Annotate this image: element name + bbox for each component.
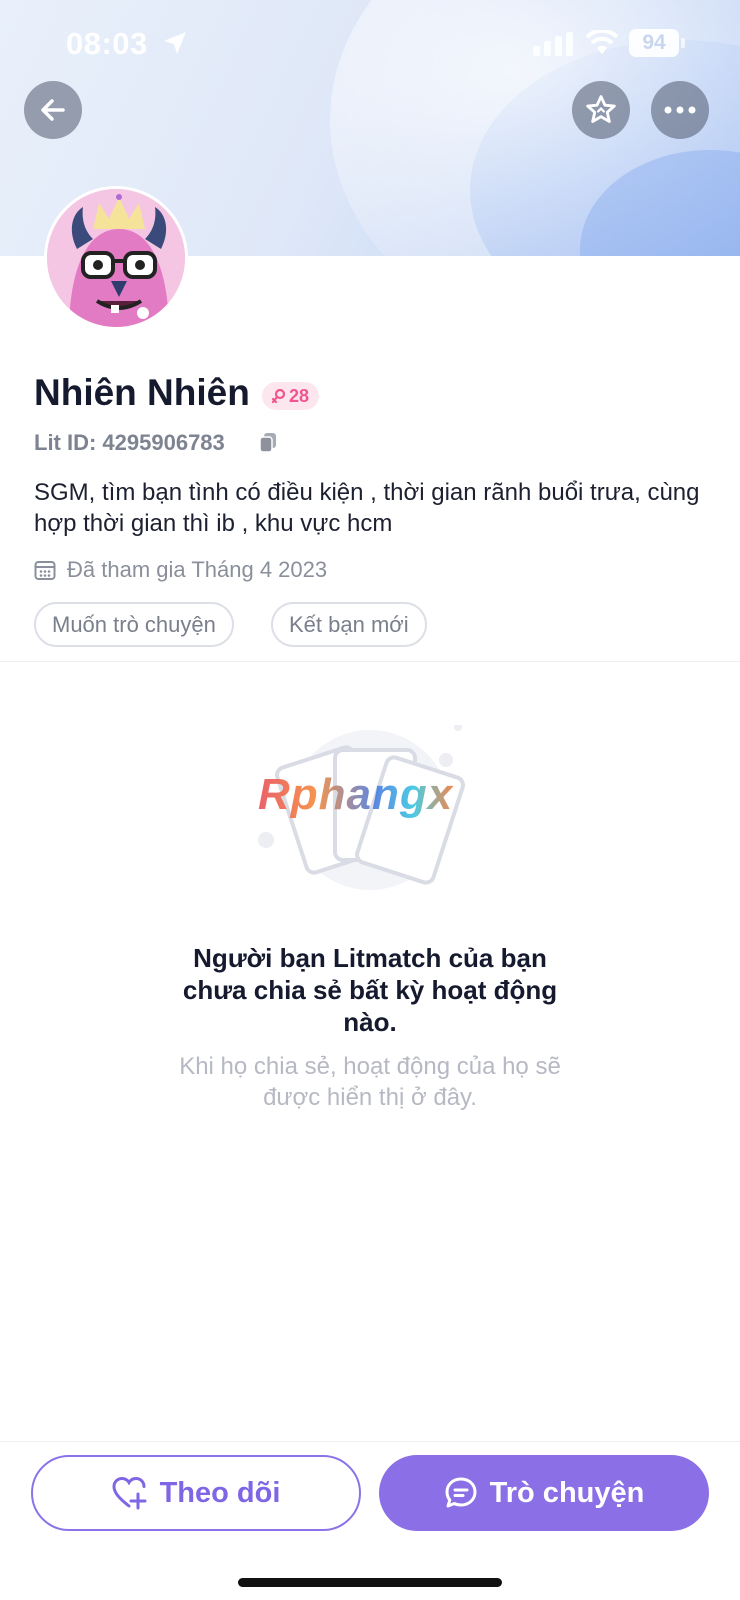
- tag-want-chat: Muốn trò chuyện: [34, 602, 234, 647]
- lit-id: Lit ID: 4295906783: [34, 430, 225, 455]
- copy-icon[interactable]: [258, 432, 278, 454]
- home-indicator: [238, 1578, 502, 1587]
- section-divider: [0, 661, 740, 662]
- back-button[interactable]: [24, 81, 82, 139]
- status-bar: 08:03 94: [0, 0, 740, 88]
- follow-label: Theo dõi: [159, 1476, 281, 1509]
- calendar-icon: [34, 561, 56, 580]
- profile-name: Nhiên Nhiên: [34, 372, 250, 413]
- star-icon: [586, 95, 616, 123]
- monster-avatar-icon: [47, 189, 185, 327]
- battery-indicator: 94: [629, 29, 679, 57]
- empty-state-title: Người bạn Litmatch của bạn chưa chia sẻ …: [182, 943, 558, 1037]
- joined-date: Đã tham gia Tháng 4 2023: [67, 557, 328, 582]
- more-options-button[interactable]: [651, 81, 709, 139]
- wifi-icon: [586, 30, 618, 54]
- signal-icon: [533, 32, 573, 56]
- more-icon: [664, 106, 696, 114]
- empty-cards-illustration: [258, 725, 465, 890]
- location-arrow-icon: [164, 32, 186, 54]
- status-time: 08:03: [66, 26, 148, 61]
- empty-state-subtitle: Khi họ chia sẻ, hoạt động của họ sẽ được…: [179, 1053, 561, 1111]
- profile-bio: SGM, tìm bạn tình có điều kiện , thời gi…: [34, 479, 700, 537]
- chat-button[interactable]: Trò chuyện: [379, 1455, 709, 1531]
- back-arrow-icon: [41, 99, 65, 121]
- watermark-text: Rphangx: [258, 770, 454, 819]
- gender-icon: [272, 388, 286, 404]
- age-value: 28: [289, 385, 310, 406]
- favorite-button[interactable]: [572, 81, 630, 139]
- avatar[interactable]: [44, 186, 188, 330]
- battery-tip: [681, 38, 685, 48]
- bottom-bar-divider: [0, 1441, 740, 1442]
- tag-new-friends: Kết bạn mới: [271, 602, 427, 647]
- chat-label: Trò chuyện: [489, 1476, 645, 1509]
- heart-plus-icon: [112, 1476, 147, 1510]
- follow-button[interactable]: Theo dõi: [31, 1455, 361, 1531]
- age-badge: 28: [262, 382, 320, 410]
- chat-icon: [445, 1477, 477, 1508]
